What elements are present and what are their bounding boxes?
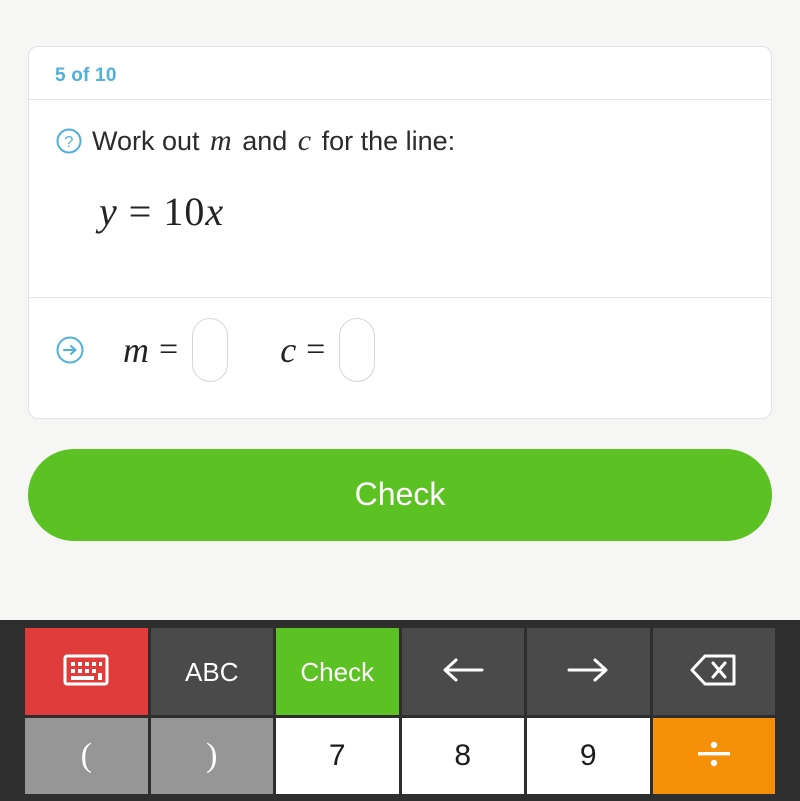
key-paren-close[interactable]: ) bbox=[150, 718, 273, 794]
progress-label: 5 of 10 bbox=[55, 65, 117, 86]
answer-equals-c: = bbox=[306, 330, 326, 368]
key-8-label: 8 bbox=[454, 739, 472, 772]
answer-row: m = c = bbox=[29, 298, 771, 408]
key-paren-close-label: ) bbox=[206, 737, 218, 774]
answer-input-m[interactable] bbox=[192, 317, 229, 382]
question-block: ? Work out m and c for the line: y = 10x bbox=[29, 100, 771, 298]
card-area: 5 of 10 ? Work out m and c for the line:… bbox=[0, 0, 800, 419]
question-var-m: m bbox=[210, 124, 232, 157]
question-line: ? Work out m and c for the line: bbox=[55, 122, 745, 160]
equation-equals: = bbox=[117, 188, 164, 234]
equation-variable: x bbox=[205, 188, 225, 234]
key-backspace[interactable] bbox=[652, 628, 775, 715]
key-check[interactable]: Check bbox=[276, 628, 399, 715]
key-arrow-right[interactable] bbox=[527, 628, 650, 715]
equation-lhs: y bbox=[99, 188, 118, 234]
key-arrow-left[interactable] bbox=[401, 628, 524, 715]
svg-text:?: ? bbox=[65, 134, 74, 151]
answer-input-c[interactable] bbox=[339, 317, 376, 382]
question-circle-icon: ? bbox=[55, 127, 83, 155]
app-root: 5 of 10 ? Work out m and c for the line:… bbox=[0, 0, 800, 801]
key-8[interactable]: 8 bbox=[401, 718, 524, 794]
arrow-left-icon bbox=[438, 653, 488, 691]
key-abc[interactable]: ABC bbox=[150, 628, 273, 715]
divide-icon bbox=[692, 737, 736, 775]
check-button[interactable]: Check bbox=[28, 448, 772, 541]
card-header: 5 of 10 bbox=[29, 47, 771, 100]
keyboard-row-2: () 7 8 9 bbox=[25, 718, 775, 794]
question-text: Work out m and c for the line: bbox=[92, 122, 455, 160]
keyboard-row-1: ABC Check bbox=[25, 628, 775, 715]
keyboard-icon bbox=[63, 653, 109, 691]
key-divide[interactable] bbox=[652, 718, 775, 794]
arrow-circle-right-icon bbox=[55, 335, 85, 365]
key-7-label: 7 bbox=[328, 739, 346, 772]
question-card: 5 of 10 ? Work out m and c for the line:… bbox=[28, 46, 772, 419]
backspace-icon bbox=[689, 652, 739, 692]
key-keyboard-toggle[interactable] bbox=[25, 628, 148, 715]
check-button-area: Check bbox=[0, 419, 800, 541]
answer-group-m: m = bbox=[123, 317, 229, 382]
equation: y = 10x bbox=[99, 188, 745, 235]
equation-coefficient: 10 bbox=[163, 188, 206, 234]
onscreen-keyboard: ABC Check () 7 8 9 bbox=[0, 620, 800, 801]
answer-label-c: c bbox=[280, 329, 297, 370]
key-paren-open-label: ( bbox=[80, 737, 92, 774]
key-paren-open[interactable]: ( bbox=[25, 718, 148, 794]
question-prefix: Work out bbox=[92, 126, 208, 156]
key-9-label: 9 bbox=[579, 739, 597, 772]
answer-equals-m: = bbox=[159, 330, 179, 368]
key-9[interactable]: 9 bbox=[527, 718, 650, 794]
answer-label-m: m bbox=[123, 329, 149, 370]
key-7[interactable]: 7 bbox=[276, 718, 399, 794]
key-check-label: Check bbox=[300, 656, 375, 687]
answer-group-c: c = bbox=[280, 317, 376, 382]
question-suffix: for the line: bbox=[314, 126, 456, 156]
arrow-right-icon bbox=[563, 653, 613, 691]
question-var-c: c bbox=[297, 124, 312, 157]
key-abc-label: ABC bbox=[185, 656, 239, 687]
question-mid: and bbox=[234, 126, 295, 156]
